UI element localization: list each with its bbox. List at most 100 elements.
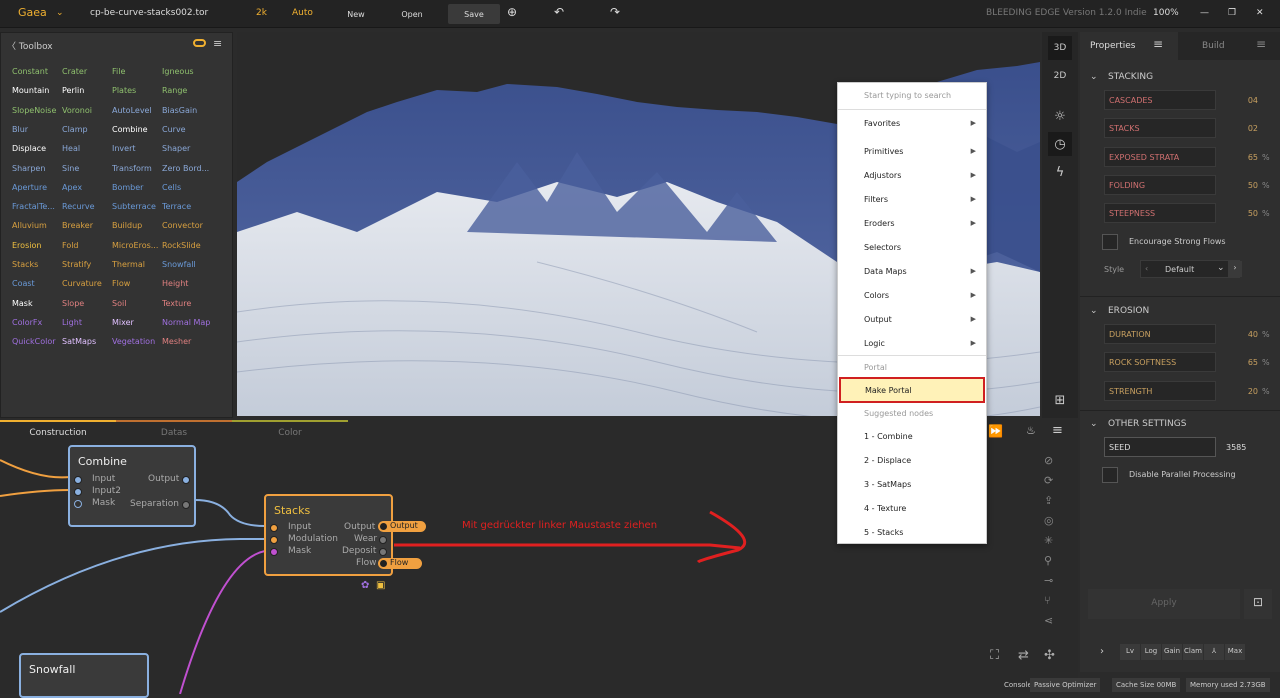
toolbox-item[interactable]: Thermal [112, 260, 162, 269]
toolbox-item[interactable]: Mask [12, 299, 62, 308]
toolbox-item[interactable]: Slope [62, 299, 112, 308]
toolbox-item[interactable]: Vegetation [112, 337, 162, 346]
property-slider[interactable]: FOLDING [1104, 174, 1216, 195]
save-icon[interactable]: ▣ [376, 580, 385, 591]
toolbox-item[interactable]: Coast [12, 279, 62, 288]
toolbox-item[interactable]: Convector [162, 221, 212, 230]
toolbox-item[interactable]: BiasGain [162, 106, 212, 115]
toolbox-item[interactable]: SatMaps [62, 337, 112, 346]
toolbox-item[interactable]: Snowfall [162, 260, 212, 269]
toolbox-item[interactable]: Soil [112, 299, 162, 308]
parallel-checkbox[interactable] [1102, 467, 1118, 483]
toolbox-item[interactable]: Plates [112, 86, 162, 95]
redo-icon[interactable]: ↷ [610, 5, 620, 19]
menu-item[interactable]: Adjustors ▶ [838, 163, 986, 187]
toolbox-item[interactable]: Recurve [62, 202, 112, 211]
chevron-right-icon[interactable]: › [1100, 646, 1104, 657]
toolbox-item[interactable]: Erosion [12, 241, 62, 250]
suggested-node-item[interactable]: 4 - Texture [838, 496, 986, 520]
menu-item[interactable]: Primitives ▶ [838, 139, 986, 163]
input-port[interactable] [74, 488, 82, 496]
apply-button[interactable]: Apply [1088, 589, 1240, 619]
toolbox-item[interactable]: Apex [62, 183, 112, 192]
share-icon[interactable]: ⋖ [1044, 614, 1064, 634]
toolbox-item[interactable]: Bomber [112, 183, 162, 192]
property-slider[interactable]: STACKS [1104, 118, 1216, 139]
chevron-down-icon[interactable]: ⌄ [1090, 306, 1098, 316]
toolbox-item[interactable]: Stacks [12, 260, 62, 269]
property-slider[interactable]: ROCK SOFTNESS [1104, 352, 1216, 373]
chevron-down-icon[interactable]: ⌄ [1090, 72, 1098, 82]
output-port[interactable] [182, 476, 190, 484]
fit-icon[interactable]: ⛶ [990, 648, 999, 663]
resolution-select[interactable]: 2k [256, 8, 267, 18]
toolbox-item[interactable]: AutoLevel [112, 106, 162, 115]
toolbox-item[interactable]: Range [162, 86, 212, 95]
toolbox-item[interactable]: Invert [112, 144, 162, 153]
mask-port[interactable] [74, 500, 82, 508]
property-slider[interactable]: CASCADES [1104, 90, 1216, 110]
toolbox-item[interactable]: Heal [62, 144, 112, 153]
chevron-down-icon[interactable]: ⌄ [1090, 419, 1098, 429]
toolbox-item[interactable]: Subterrace [112, 202, 162, 211]
menu-item[interactable]: Data Maps ▶ [838, 259, 986, 283]
toolbox-item[interactable]: Shaper [162, 144, 212, 153]
property-slider[interactable]: STRENGTH [1104, 380, 1216, 401]
toolbox-item[interactable]: Height [162, 279, 212, 288]
menu-item[interactable]: Filters ▶ [838, 187, 986, 211]
optimizer-button[interactable]: Passive Optimizer [1030, 678, 1101, 692]
pin-icon[interactable]: ⊸ [1044, 574, 1064, 594]
toolbox-item[interactable]: Zero Bord... [162, 164, 212, 173]
sync-icon[interactable]: ⇄ [1018, 648, 1029, 663]
target-icon[interactable]: ◎ [1044, 514, 1064, 534]
sun-icon[interactable]: ☼ [1048, 104, 1072, 128]
menu-icon[interactable]: ≡ [213, 37, 222, 50]
toolbox-item[interactable]: Constant [12, 67, 62, 76]
property-slider[interactable]: STEEPNESS [1104, 203, 1216, 224]
snowfall-node[interactable]: Snowfall [19, 653, 149, 698]
toolbox-item[interactable]: Texture [162, 299, 212, 308]
zoom-select[interactable]: 100% [1153, 8, 1179, 18]
suggested-node-item[interactable]: 1 - Combine [838, 424, 986, 448]
view-3d-button[interactable]: 3D [1048, 36, 1072, 60]
chevron-down-icon[interactable]: ⌄ [1217, 263, 1225, 273]
toolbox-item[interactable]: Blur [12, 125, 62, 134]
style-select[interactable]: ‹ Default ⌄ [1140, 260, 1240, 278]
curve-button[interactable]: ⅄ [1204, 644, 1224, 660]
export-icon[interactable]: ⇪ [1044, 494, 1064, 514]
make-portal-item[interactable]: Make Portal [839, 377, 985, 403]
toolbox-item[interactable]: Normal Map [162, 318, 212, 327]
toolbox-item[interactable]: Igneous [162, 67, 212, 76]
grid-icon[interactable]: ⊞ [1048, 388, 1072, 412]
app-menu[interactable]: Gaea [18, 6, 47, 19]
toolbox-item[interactable]: Alluvium [12, 221, 62, 230]
toggle-icon[interactable] [193, 39, 206, 47]
toolbox-item[interactable]: SlopeNoise [12, 106, 62, 115]
toolbox-item[interactable]: Light [62, 318, 112, 327]
encourage-checkbox[interactable] [1102, 234, 1118, 250]
lightning-icon[interactable]: ϟ [1048, 160, 1072, 184]
mode-select[interactable]: Auto [292, 8, 313, 18]
curve-button[interactable]: Max [1225, 644, 1245, 660]
toolbox-item[interactable]: Cells [162, 183, 212, 192]
property-slider[interactable]: DURATION [1104, 324, 1216, 344]
build-tab[interactable]: Build ≡ [1178, 32, 1280, 60]
curve-button[interactable]: Clam [1183, 644, 1203, 660]
toolbox-item[interactable]: Combine [112, 125, 162, 134]
chevron-down-icon[interactable]: ⌄ [56, 8, 64, 18]
menu-item[interactable]: Eroders ▶ [838, 211, 986, 235]
seed-field[interactable]: SEED [1104, 437, 1216, 457]
toolbox-item[interactable]: Displace [12, 144, 62, 153]
curve-button[interactable]: Gain [1162, 644, 1182, 660]
toolbox-item[interactable]: FractalTe... [12, 202, 62, 211]
toolbox-item[interactable]: Clamp [62, 125, 112, 134]
disable-icon[interactable]: ⊘ [1044, 454, 1064, 474]
toolbox-item[interactable]: Stratify [62, 260, 112, 269]
refresh-icon[interactable]: ⟳ [1044, 474, 1064, 494]
toolbox-item[interactable]: QuickColor [12, 337, 62, 346]
toolbox-item[interactable]: Aperture [12, 183, 62, 192]
toolbox-item[interactable]: Mountain [12, 86, 62, 95]
minimize-icon[interactable]: — [1200, 8, 1209, 18]
menu-item[interactable]: Logic ▶ [838, 331, 986, 355]
flow-port[interactable] [380, 560, 387, 567]
